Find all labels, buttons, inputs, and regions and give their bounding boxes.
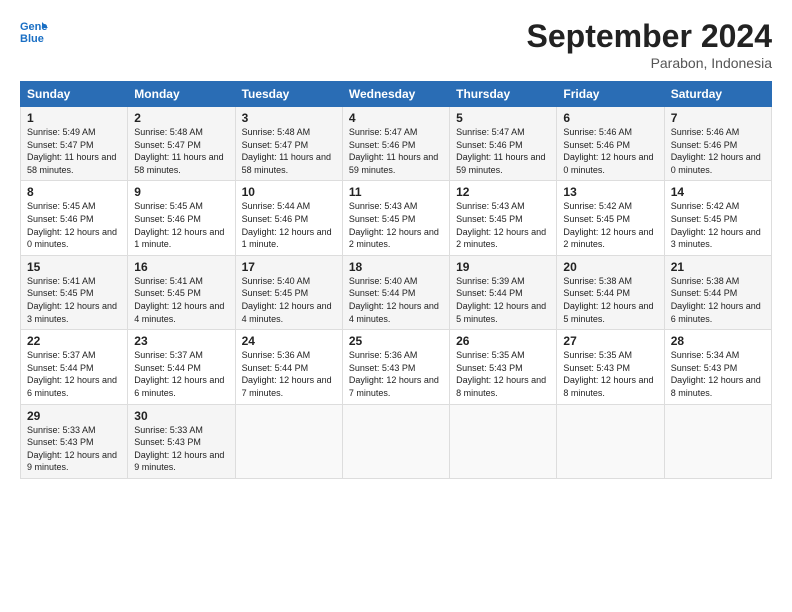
table-row: 22 Sunrise: 5:37 AMSunset: 5:44 PMDaylig…: [21, 330, 772, 404]
header: General Blue September 2024 Parabon, Ind…: [20, 18, 772, 71]
day-22: 22 Sunrise: 5:37 AMSunset: 5:44 PMDaylig…: [21, 330, 128, 404]
header-row: Sunday Monday Tuesday Wednesday Thursday…: [21, 82, 772, 107]
day-30: 30 Sunrise: 5:33 AMSunset: 5:43 PMDaylig…: [128, 404, 235, 478]
day-6: 6 Sunrise: 5:46 AMSunset: 5:46 PMDayligh…: [557, 107, 664, 181]
day-7: 7 Sunrise: 5:46 AMSunset: 5:46 PMDayligh…: [664, 107, 771, 181]
day-14: 14 Sunrise: 5:42 AMSunset: 5:45 PMDaylig…: [664, 181, 771, 255]
col-sunday: Sunday: [21, 82, 128, 107]
day-28: 28 Sunrise: 5:34 AMSunset: 5:43 PMDaylig…: [664, 330, 771, 404]
title-block: September 2024 Parabon, Indonesia: [527, 18, 772, 71]
col-thursday: Thursday: [450, 82, 557, 107]
col-wednesday: Wednesday: [342, 82, 449, 107]
page: General Blue September 2024 Parabon, Ind…: [0, 0, 792, 612]
day-27: 27 Sunrise: 5:35 AMSunset: 5:43 PMDaylig…: [557, 330, 664, 404]
day-13: 13 Sunrise: 5:42 AMSunset: 5:45 PMDaylig…: [557, 181, 664, 255]
day-21: 21 Sunrise: 5:38 AMSunset: 5:44 PMDaylig…: [664, 255, 771, 329]
col-saturday: Saturday: [664, 82, 771, 107]
day-17: 17 Sunrise: 5:40 AMSunset: 5:45 PMDaylig…: [235, 255, 342, 329]
day-25: 25 Sunrise: 5:36 AMSunset: 5:43 PMDaylig…: [342, 330, 449, 404]
col-friday: Friday: [557, 82, 664, 107]
day-19: 19 Sunrise: 5:39 AMSunset: 5:44 PMDaylig…: [450, 255, 557, 329]
day-16: 16 Sunrise: 5:41 AMSunset: 5:45 PMDaylig…: [128, 255, 235, 329]
table-row: 29 Sunrise: 5:33 AMSunset: 5:43 PMDaylig…: [21, 404, 772, 478]
col-tuesday: Tuesday: [235, 82, 342, 107]
empty-cell: [557, 404, 664, 478]
day-3: 3 Sunrise: 5:48 AMSunset: 5:47 PMDayligh…: [235, 107, 342, 181]
day-15: 15 Sunrise: 5:41 AMSunset: 5:45 PMDaylig…: [21, 255, 128, 329]
day-9: 9 Sunrise: 5:45 AMSunset: 5:46 PMDayligh…: [128, 181, 235, 255]
day-24: 24 Sunrise: 5:36 AMSunset: 5:44 PMDaylig…: [235, 330, 342, 404]
empty-cell: [342, 404, 449, 478]
empty-cell: [235, 404, 342, 478]
day-2: 2 Sunrise: 5:48 AMSunset: 5:47 PMDayligh…: [128, 107, 235, 181]
col-monday: Monday: [128, 82, 235, 107]
table-row: 8 Sunrise: 5:45 AMSunset: 5:46 PMDayligh…: [21, 181, 772, 255]
day-1: 1 Sunrise: 5:49 AMSunset: 5:47 PMDayligh…: [21, 107, 128, 181]
table-row: 1 Sunrise: 5:49 AMSunset: 5:47 PMDayligh…: [21, 107, 772, 181]
location: Parabon, Indonesia: [527, 55, 772, 71]
day-12: 12 Sunrise: 5:43 AMSunset: 5:45 PMDaylig…: [450, 181, 557, 255]
day-11: 11 Sunrise: 5:43 AMSunset: 5:45 PMDaylig…: [342, 181, 449, 255]
calendar-table: Sunday Monday Tuesday Wednesday Thursday…: [20, 81, 772, 479]
empty-cell: [450, 404, 557, 478]
day-29: 29 Sunrise: 5:33 AMSunset: 5:43 PMDaylig…: [21, 404, 128, 478]
day-4: 4 Sunrise: 5:47 AMSunset: 5:46 PMDayligh…: [342, 107, 449, 181]
month-title: September 2024: [527, 18, 772, 55]
day-26: 26 Sunrise: 5:35 AMSunset: 5:43 PMDaylig…: [450, 330, 557, 404]
day-23: 23 Sunrise: 5:37 AMSunset: 5:44 PMDaylig…: [128, 330, 235, 404]
day-18: 18 Sunrise: 5:40 AMSunset: 5:44 PMDaylig…: [342, 255, 449, 329]
day-5: 5 Sunrise: 5:47 AMSunset: 5:46 PMDayligh…: [450, 107, 557, 181]
day-20: 20 Sunrise: 5:38 AMSunset: 5:44 PMDaylig…: [557, 255, 664, 329]
day-8: 8 Sunrise: 5:45 AMSunset: 5:46 PMDayligh…: [21, 181, 128, 255]
table-row: 15 Sunrise: 5:41 AMSunset: 5:45 PMDaylig…: [21, 255, 772, 329]
day-10: 10 Sunrise: 5:44 AMSunset: 5:46 PMDaylig…: [235, 181, 342, 255]
empty-cell: [664, 404, 771, 478]
svg-text:Blue: Blue: [20, 33, 44, 45]
logo: General Blue: [20, 18, 50, 46]
